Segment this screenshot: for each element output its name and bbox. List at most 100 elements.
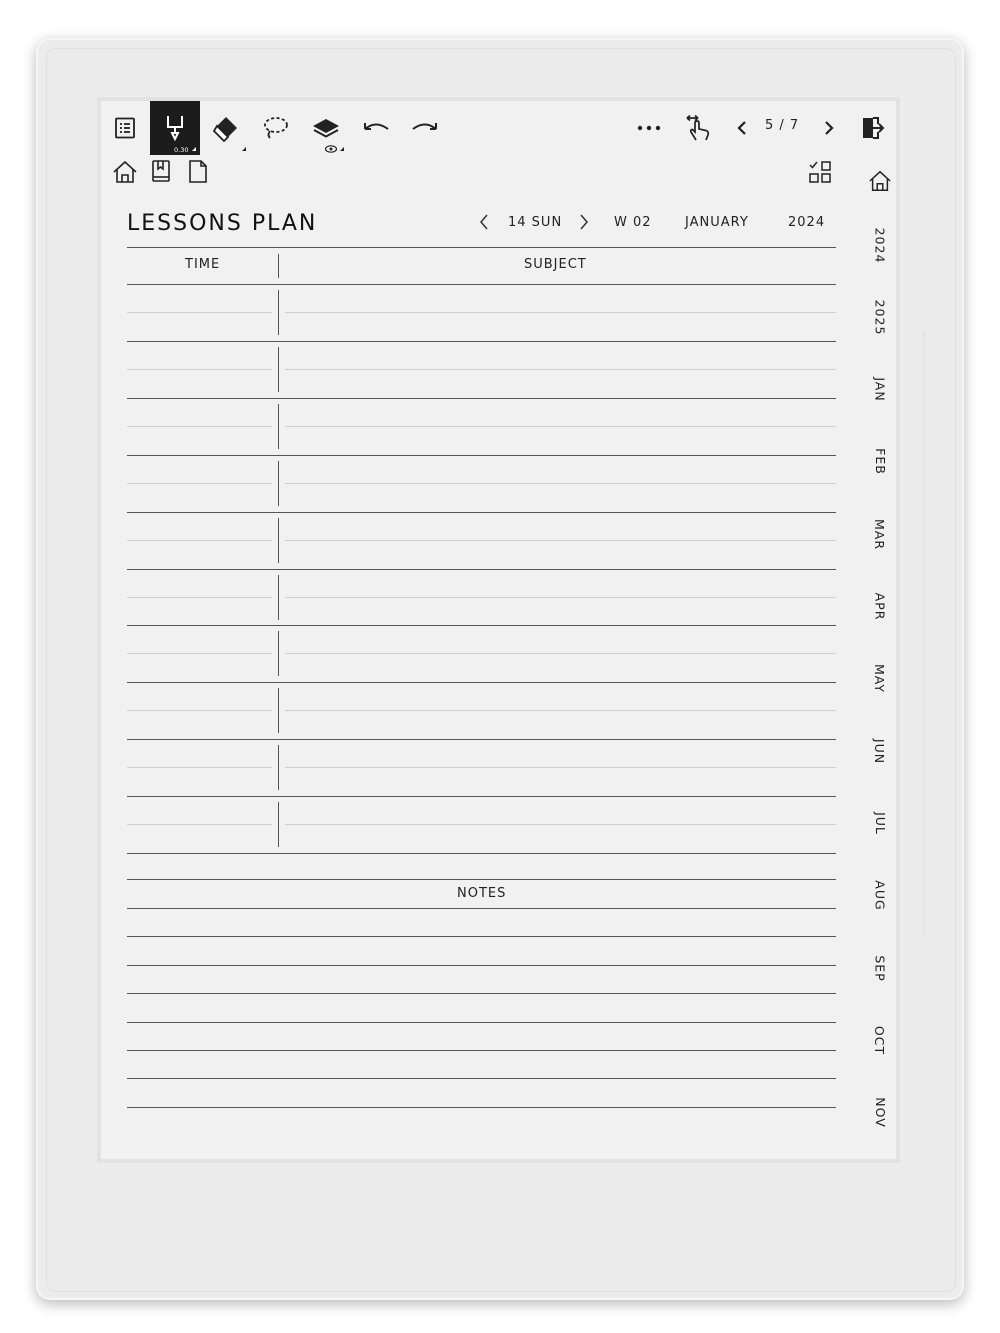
side-tab-label: NOV	[872, 1097, 888, 1128]
side-tab-oct[interactable]: OCT	[864, 1020, 896, 1060]
side-tab-label: OCT	[872, 1025, 888, 1055]
time-guide-line	[127, 653, 272, 655]
column-divider	[278, 574, 279, 620]
side-tab-label: MAR	[872, 518, 888, 550]
subject-guide-line	[285, 767, 836, 769]
row-rule	[127, 397, 836, 399]
next-day-button[interactable]	[578, 212, 590, 236]
side-tab-nov[interactable]: NOV	[864, 1093, 896, 1133]
more-button[interactable]	[631, 101, 667, 155]
row-rule	[127, 682, 836, 684]
eraser-tool-button[interactable]	[204, 101, 248, 155]
lasso-tool-button[interactable]	[253, 101, 297, 155]
side-tab-2024[interactable]: 2024	[864, 225, 896, 265]
prev-day-button[interactable]	[478, 212, 490, 236]
side-tab-label: MAY	[872, 664, 888, 694]
side-tab-aug[interactable]: AUG	[864, 876, 896, 916]
column-divider	[278, 403, 279, 449]
side-tab-label: JUN	[872, 738, 888, 764]
subject-column-header: SUBJECT	[524, 257, 587, 272]
subject-guide-line	[285, 824, 836, 826]
chevron-left-icon	[480, 214, 488, 230]
row-rule	[127, 625, 836, 627]
side-tab-label: APR	[872, 592, 888, 621]
lasso-icon	[264, 117, 288, 139]
side-tab-jul[interactable]: JUL	[864, 803, 896, 843]
row-rule	[127, 739, 836, 741]
notes-line	[127, 936, 836, 938]
stylus-slot	[922, 330, 926, 936]
side-tab-2025[interactable]: 2025	[864, 297, 896, 337]
swipe-gesture-button[interactable]	[679, 101, 717, 155]
table-header-rule	[127, 284, 836, 285]
pen-size-label: 0.30	[174, 146, 189, 154]
next-page-icon	[825, 121, 834, 135]
side-tab-jan[interactable]: JAN	[864, 370, 896, 410]
side-tab-label: JAN	[872, 377, 888, 402]
time-guide-line	[127, 539, 272, 541]
notes-line	[127, 1021, 836, 1023]
subject-guide-line	[285, 539, 836, 541]
home-button[interactable]	[112, 159, 138, 185]
side-tab-label: SEP	[872, 954, 888, 982]
column-divider	[278, 460, 279, 506]
page-icon	[189, 160, 207, 183]
side-tab-label: JUL	[872, 811, 888, 835]
column-divider	[278, 802, 279, 848]
subject-guide-line	[285, 425, 836, 427]
column-divider	[278, 688, 279, 734]
side-tab-apr[interactable]: APR	[864, 587, 896, 627]
swipe-gesture-icon	[686, 114, 710, 141]
time-guide-line	[127, 425, 272, 427]
prev-page-icon	[737, 121, 746, 135]
toc-button[interactable]	[105, 101, 145, 155]
side-home-button[interactable]	[868, 169, 892, 193]
row-rule	[127, 454, 836, 456]
side-tab-label: 2024	[872, 227, 888, 263]
layers-button[interactable]	[303, 101, 349, 155]
notes-label: NOTES	[457, 886, 507, 901]
row-rule	[127, 568, 836, 570]
subject-guide-line	[285, 596, 836, 598]
subject-guide-line	[285, 710, 836, 712]
side-tab-jun[interactable]: JUN	[864, 731, 896, 771]
notes-line	[127, 1050, 836, 1051]
exit-button[interactable]	[856, 101, 890, 155]
notes-line	[127, 1078, 836, 1080]
column-divider	[278, 631, 279, 677]
time-guide-line	[127, 482, 272, 484]
subject-guide-line	[285, 482, 836, 484]
more-icon	[637, 125, 661, 131]
time-guide-line	[127, 824, 272, 826]
row-rule	[127, 853, 836, 854]
side-tab-label: AUG	[872, 880, 888, 911]
week-link[interactable]: W 02	[614, 215, 652, 230]
side-tab-mar[interactable]: MAR	[864, 514, 896, 554]
pen-tool-button[interactable]: 0.30	[150, 101, 200, 155]
side-tab-feb[interactable]: FEB	[864, 442, 896, 482]
column-divider	[278, 290, 279, 335]
page-indicator[interactable]: 5 / 7	[765, 118, 799, 133]
time-guide-line	[127, 312, 272, 313]
month-link[interactable]: JANUARY	[685, 215, 749, 230]
bookmark-button[interactable]	[150, 159, 172, 185]
row-rule	[127, 340, 836, 342]
side-tab-sep[interactable]: SEP	[864, 948, 896, 988]
notes-line	[127, 993, 836, 995]
redo-button[interactable]	[404, 101, 446, 155]
time-guide-line	[127, 596, 272, 598]
page-button[interactable]	[187, 159, 209, 185]
undo-button[interactable]	[355, 101, 397, 155]
next-page-button[interactable]	[816, 101, 842, 155]
bookmark-icon	[152, 160, 170, 182]
year-link[interactable]: 2024	[788, 215, 825, 230]
prev-page-button[interactable]	[729, 101, 755, 155]
eraser-options-indicator	[242, 147, 246, 151]
template-grid-button[interactable]	[807, 159, 833, 185]
side-tab-may[interactable]: MAY	[864, 659, 896, 699]
subject-guide-line	[285, 312, 836, 313]
undo-icon	[364, 123, 389, 130]
day-link[interactable]: 14 SUN	[508, 215, 562, 230]
pen-icon	[167, 116, 183, 142]
eraser-icon	[212, 117, 237, 142]
